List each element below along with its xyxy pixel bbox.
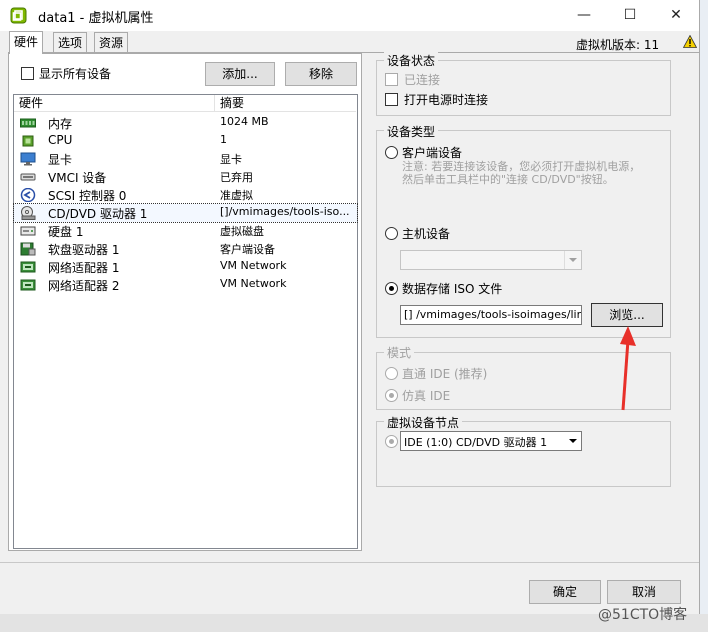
virtual-device-node-title: 虚拟设备节点	[384, 414, 463, 431]
emulate-ide-label: 仿真 IDE	[402, 389, 451, 403]
column-header-hardware[interactable]: 硬件	[14, 95, 215, 112]
display-icon	[20, 152, 36, 166]
add-button[interactable]: 添加...	[205, 62, 275, 86]
hardware-name: VMCI 设备	[48, 171, 107, 185]
disk-icon	[20, 226, 36, 236]
ok-button[interactable]: 确定	[529, 580, 601, 604]
tab-options[interactable]: 选项	[53, 32, 88, 53]
hardware-summary: VM Network	[220, 277, 287, 290]
vmci-icon	[20, 173, 36, 181]
window-title: data1 - 虚拟机属性	[38, 11, 154, 26]
show-all-devices-checkbox[interactable]	[21, 67, 34, 80]
hardware-name: CD/DVD 驱动器 1	[48, 207, 148, 221]
host-device-select[interactable]	[400, 250, 582, 270]
client-device-note: 注意: 若要连接该设备，您必须打开虚拟机电源，然后单击工具栏中的"连接 CD/D…	[402, 160, 641, 186]
hardware-row-cdrom[interactable]: CD/DVD 驱动器 1 []/vmimages/tools-iso...	[13, 203, 358, 223]
connect-at-power-on-checkbox[interactable]	[385, 93, 398, 106]
iso-path-value: [] /vmimages/tools-isoimages/linux.iso	[404, 308, 581, 321]
chevron-down-icon	[569, 439, 577, 443]
cancel-button[interactable]: 取消	[607, 580, 681, 604]
hardware-summary: 1024 MB	[220, 115, 269, 128]
client-device-radio[interactable]	[385, 146, 398, 159]
device-node-radio[interactable]	[385, 435, 398, 448]
cdrom-icon	[21, 206, 36, 220]
passthrough-ide-label: 直通 IDE (推荐)	[402, 367, 488, 381]
annotation-arrow-icon	[620, 326, 636, 411]
show-all-devices-label: 显示所有设备	[39, 67, 112, 81]
datastore-iso-radio[interactable]	[385, 282, 398, 295]
hardware-row-cpu[interactable]: CPU 1	[14, 132, 357, 150]
cpu-icon	[22, 135, 34, 147]
emulate-ide-radio[interactable]	[385, 389, 398, 402]
column-header-summary[interactable]: 摘要	[215, 95, 356, 112]
hardware-summary: VM Network	[220, 259, 287, 272]
hardware-name: SCSI 控制器 0	[48, 189, 127, 203]
connected-checkbox[interactable]	[385, 73, 398, 86]
nic-icon	[20, 261, 36, 273]
hardware-name: 显卡	[48, 153, 73, 167]
hardware-summary: 虚拟磁盘	[220, 225, 264, 238]
properties-dialog: data1 - 虚拟机属性 — ☐ ✕ 硬件 选项 资源 虚拟机版本: 11 显…	[0, 0, 700, 614]
footer-divider	[0, 562, 699, 563]
chevron-down-icon	[569, 258, 577, 262]
vsphere-app-icon	[10, 7, 27, 24]
hardware-row-nic1[interactable]: 网络适配器 1 VM Network	[14, 258, 357, 276]
watermark: @51CTO博客	[598, 607, 688, 623]
hardware-row-scsi[interactable]: SCSI 控制器 0 准虚拟	[14, 186, 357, 204]
hardware-summary: 已弃用	[220, 171, 253, 184]
title-bar: data1 - 虚拟机属性 — ☐ ✕	[0, 0, 699, 31]
warning-icon	[683, 35, 697, 48]
minimize-button[interactable]: —	[561, 0, 607, 31]
nic-icon	[20, 279, 36, 291]
scsi-icon	[20, 188, 36, 202]
connect-at-power-on-label: 打开电源时连接	[404, 93, 489, 107]
mode-title: 模式	[384, 344, 415, 361]
hardware-summary: 1	[220, 133, 227, 146]
hardware-name: 软盘驱动器 1	[48, 243, 120, 257]
hardware-row-vmci[interactable]: VMCI 设备 已弃用	[14, 168, 357, 186]
client-device-label: 客户端设备	[402, 146, 463, 160]
tab-resources[interactable]: 资源	[94, 32, 129, 53]
device-node-select[interactable]: IDE (1:0) CD/DVD 驱动器 1	[400, 431, 582, 451]
device-status-title: 设备状态	[384, 52, 439, 69]
hardware-summary: []/vmimages/tools-iso...	[220, 205, 350, 218]
hardware-summary: 显卡	[220, 153, 242, 166]
tab-hardware[interactable]: 硬件	[9, 31, 44, 54]
host-device-radio[interactable]	[385, 227, 398, 240]
hardware-row-disk[interactable]: 硬盘 1 虚拟磁盘	[14, 222, 357, 240]
vm-version-label: 虚拟机版本: 11	[576, 38, 660, 52]
host-device-dropdown-arrow	[564, 251, 581, 269]
hardware-summary: 客户端设备	[220, 243, 275, 256]
device-type-title: 设备类型	[384, 123, 439, 140]
hardware-table: 硬件 摘要 内存 1024 MB CPU 1 显卡 显卡 VMCI 设备 已弃用…	[13, 94, 358, 549]
hardware-row-display[interactable]: 显卡 显卡	[14, 150, 357, 168]
hardware-name: CPU	[48, 133, 73, 147]
device-node-value: IDE (1:0) CD/DVD 驱动器 1	[404, 436, 548, 449]
hardware-row-memory[interactable]: 内存 1024 MB	[14, 114, 357, 132]
memory-icon	[20, 118, 36, 128]
hardware-name: 硬盘 1	[48, 225, 84, 239]
background-window-edge	[700, 0, 708, 632]
datastore-iso-label: 数据存储 ISO 文件	[402, 282, 503, 296]
connected-label: 已连接	[404, 73, 441, 87]
maximize-button[interactable]: ☐	[607, 0, 653, 31]
remove-button[interactable]: 移除	[285, 62, 357, 86]
hardware-row-nic2[interactable]: 网络适配器 2 VM Network	[14, 276, 357, 294]
hardware-row-floppy[interactable]: 软盘驱动器 1 客户端设备	[14, 240, 357, 258]
host-device-label: 主机设备	[402, 227, 451, 241]
close-button[interactable]: ✕	[653, 0, 699, 31]
passthrough-ide-radio[interactable]	[385, 367, 398, 380]
hardware-name: 内存	[48, 117, 73, 131]
hardware-name: 网络适配器 1	[48, 261, 120, 275]
hardware-summary: 准虚拟	[220, 189, 253, 202]
floppy-icon	[20, 242, 36, 256]
iso-path-field[interactable]: [] /vmimages/tools-isoimages/linux.iso	[400, 305, 582, 325]
hardware-name: 网络适配器 2	[48, 279, 120, 293]
